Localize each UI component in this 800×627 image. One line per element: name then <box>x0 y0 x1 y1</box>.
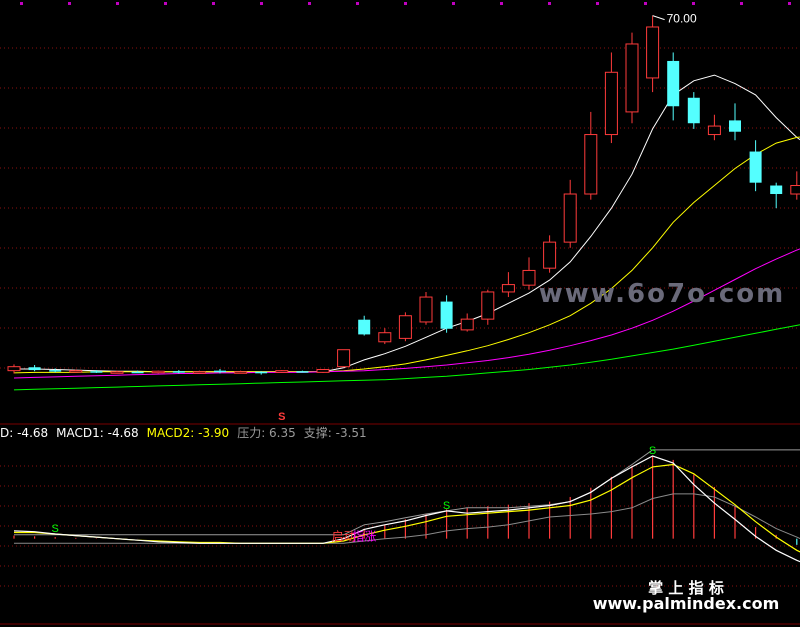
candle-body <box>90 371 103 373</box>
macd1-line <box>13 455 800 563</box>
top-marker-dot <box>212 2 215 5</box>
peak-price-label: 70.00 <box>667 12 697 26</box>
top-marker-dot <box>260 2 263 5</box>
candle-body <box>563 193 577 243</box>
top-marker-dot <box>164 2 167 5</box>
candle-body <box>398 315 412 339</box>
candle-body <box>687 97 700 124</box>
top-marker-dot <box>644 2 647 5</box>
candle-body <box>131 371 144 374</box>
candle-body <box>481 291 495 320</box>
macd2-line <box>14 463 800 553</box>
indicator-annotation: 指涨 <box>352 529 376 544</box>
candle-body <box>296 371 309 373</box>
candle-body <box>501 284 515 293</box>
top-marker-dot <box>452 2 455 5</box>
signal-marker: S <box>649 445 656 457</box>
support-line <box>14 493 800 544</box>
top-marker-dot <box>356 2 359 5</box>
legend-item: D: -4.68 <box>0 426 48 440</box>
candle-body <box>234 371 248 374</box>
signal-marker: S <box>443 500 450 512</box>
top-marker-dot <box>68 2 71 5</box>
top-marker-dot <box>596 2 599 5</box>
legend-item: MACD2: -3.90 <box>147 426 230 440</box>
legend-item: 支撑: -3.51 <box>304 425 367 440</box>
candle-body <box>770 185 783 195</box>
candle-body <box>7 366 21 372</box>
candle-body <box>584 134 598 195</box>
watermark-brand-line2: www.palmindex.com <box>593 594 780 613</box>
candle-body <box>522 269 536 286</box>
candle-body <box>604 71 618 136</box>
candle-body <box>440 301 453 329</box>
candle-body <box>790 185 800 195</box>
candle-body <box>460 318 474 331</box>
top-marker-dot <box>116 2 119 5</box>
candle-body <box>378 332 392 343</box>
top-marker-dot <box>740 2 743 5</box>
watermark-main: www.6o7o.com <box>539 279 785 309</box>
candle-body <box>316 369 330 373</box>
candle-body <box>543 241 557 269</box>
top-marker-dot <box>788 2 791 5</box>
top-marker-dot <box>308 2 311 5</box>
candle-body <box>110 371 124 374</box>
candle-body <box>419 296 433 323</box>
candle-body <box>69 370 83 373</box>
top-marker-dot <box>500 2 503 5</box>
candle-body <box>192 371 206 374</box>
candle-body <box>255 371 268 374</box>
top-marker-dot <box>20 2 23 5</box>
top-marker-dot <box>548 2 551 5</box>
top-marker-dot <box>404 2 407 5</box>
legend-item: 压力: 6.35 <box>237 426 296 440</box>
signal-marker: S <box>52 523 59 535</box>
candle-body <box>214 370 226 373</box>
grid-lines <box>0 2 800 625</box>
pressure-line <box>14 449 800 536</box>
candle-body <box>729 120 741 132</box>
price-pane: 70.00 S <box>7 12 800 423</box>
signal-marker: S <box>278 411 285 423</box>
legend-item: MACD1: -4.68 <box>56 426 139 440</box>
candle-body <box>28 367 41 371</box>
candle-body <box>707 125 721 136</box>
stock-chart: 70.00S SSS启动指涨D: -4.68 MACD1: -4.68 MACD2:… <box>0 2 800 625</box>
candle-body <box>337 349 351 368</box>
candle-body <box>172 371 185 373</box>
candle-body <box>151 370 165 374</box>
candle-body <box>49 370 62 372</box>
indicator-pane: SSS启动指涨D: -4.68 MACD1: -4.68 MACD2: -3.90 压… <box>0 425 800 563</box>
candle-body <box>749 151 762 183</box>
peak-pointer <box>652 15 665 21</box>
candle-body <box>358 319 371 335</box>
indicator-legend: D: -4.68 MACD1: -4.68 MACD2: -3.90 压力: 6.35… <box>0 425 367 440</box>
top-marker-dot <box>692 2 695 5</box>
candle-body <box>275 370 289 373</box>
candle-body <box>667 60 680 107</box>
candle-body <box>646 26 660 79</box>
candle-body <box>625 43 639 113</box>
